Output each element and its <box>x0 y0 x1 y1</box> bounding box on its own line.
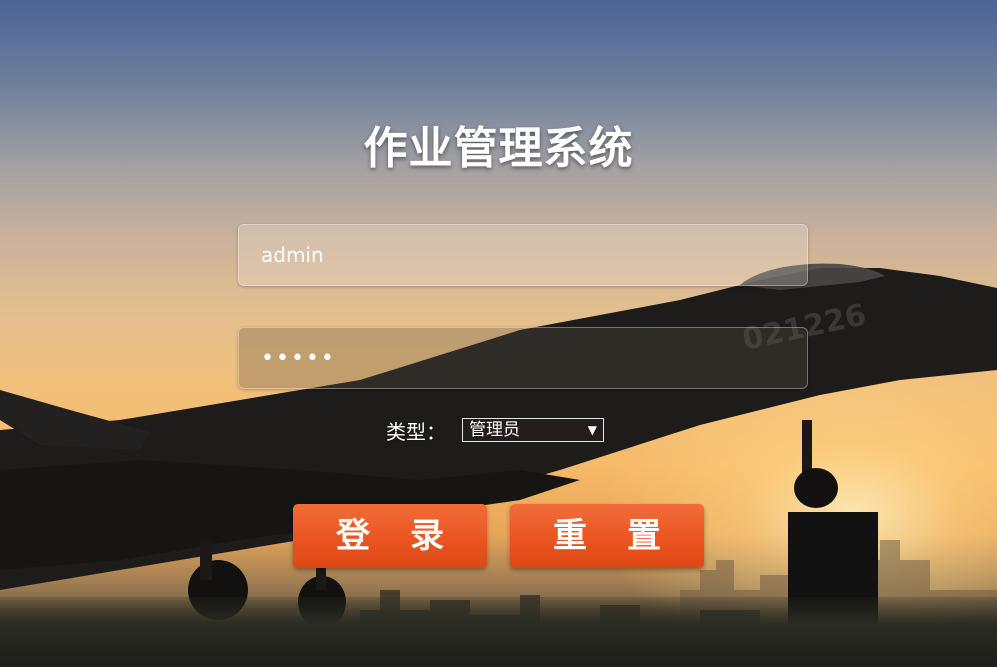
login-button[interactable]: 登录 <box>293 504 487 568</box>
login-screen: 021226 作业管理系统 admin ••••• 类型： 管理员 ▼ 登录 重… <box>0 0 997 667</box>
page-title: 作业管理系统 <box>363 123 634 174</box>
type-label: 类型： <box>386 419 446 444</box>
type-row: 类型： 管理员 ▼ <box>386 414 604 446</box>
username-input[interactable]: admin <box>238 224 808 286</box>
password-input[interactable]: ••••• <box>238 327 808 389</box>
type-select[interactable]: 管理员 ▼ <box>462 418 604 442</box>
username-value: admin <box>261 243 324 267</box>
ground <box>0 597 997 667</box>
type-selected-value: 管理员 <box>469 420 520 440</box>
password-masked-value: ••••• <box>261 346 336 371</box>
reset-button[interactable]: 重置 <box>510 504 704 568</box>
dropdown-arrow-icon: ▼ <box>587 423 597 437</box>
